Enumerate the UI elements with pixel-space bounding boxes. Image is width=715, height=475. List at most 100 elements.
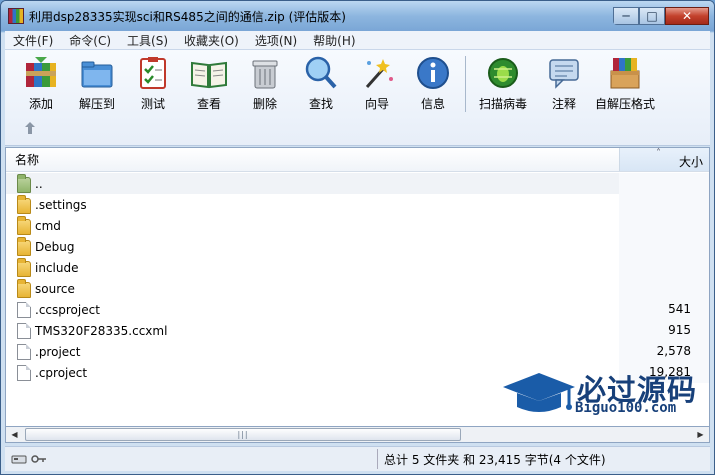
file-name: .ccsproject (35, 302, 100, 317)
status-icons (11, 453, 47, 465)
parent-folder-icon (17, 173, 31, 193)
file-size (619, 194, 709, 215)
window-controls: ─ □ ✕ (613, 7, 714, 25)
winrar-app-icon (8, 8, 24, 24)
add-button[interactable]: 添加 (13, 54, 69, 112)
view-button[interactable]: 查看 (181, 54, 237, 112)
folder-icon (17, 215, 31, 235)
menu-options[interactable]: 选项(N) (247, 32, 305, 49)
file-name: Debug (35, 239, 75, 254)
file-name: include (35, 260, 79, 275)
winrar-window: 利用dsp28335实现sci和RS485之间的通信.zip (评估版本) ─ … (0, 0, 715, 475)
title-bar[interactable]: 利用dsp28335实现sci和RS485之间的通信.zip (评估版本) ─ … (1, 1, 714, 31)
bug-icon (484, 54, 522, 92)
key-icon[interactable] (31, 453, 47, 465)
sfx-label: 自解压格式 (594, 97, 655, 111)
minimize-button[interactable]: ─ (613, 7, 639, 25)
maximize-button[interactable]: □ (639, 7, 665, 25)
file-size (619, 278, 709, 299)
file-row[interactable]: .project 2,578 (6, 341, 709, 362)
comment-bubble-icon (545, 54, 583, 92)
file-size (619, 173, 709, 194)
menu-tools[interactable]: 工具(S) (119, 32, 176, 49)
folder-icon (17, 257, 31, 277)
checklist-icon (134, 54, 172, 92)
test-button[interactable]: 测试 (125, 54, 181, 112)
wizard-label: 向导 (364, 97, 389, 111)
menu-bar: 文件(F) 命令(C) 工具(S) 收藏夹(O) 选项(N) 帮助(H) (5, 31, 710, 50)
file-row[interactable]: include (6, 257, 709, 278)
arrow-up-icon (25, 122, 35, 134)
wizard-button[interactable]: 向导 (349, 54, 405, 112)
file-row[interactable]: cmd (6, 215, 709, 236)
archive-books-icon (22, 54, 60, 92)
menu-help[interactable]: 帮助(H) (305, 32, 363, 49)
file-name: .settings (35, 197, 87, 212)
file-size: 2,578 (619, 341, 709, 362)
file-name: source (35, 281, 75, 296)
file-row[interactable]: Debug (6, 236, 709, 257)
folder-icon (17, 278, 31, 298)
toolbar-separator (465, 56, 466, 112)
delete-button[interactable]: 删除 (237, 54, 293, 112)
menu-favorites[interactable]: 收藏夹(O) (176, 32, 247, 49)
watermark: 必过源码 Biguo100.com (499, 365, 709, 421)
file-row[interactable]: source (6, 278, 709, 299)
file-row[interactable]: .settings (6, 194, 709, 215)
trash-can-icon (246, 54, 284, 92)
scan-virus-button[interactable]: 扫描病毒 (470, 54, 536, 112)
document-icon (17, 322, 31, 339)
status-summary: 总计 5 文件夹 和 23,415 字节(4 个文件) (384, 452, 606, 467)
info-button[interactable]: 信息 (405, 54, 461, 112)
toolbar: 添加 解压到 测试 查看 删除 查找 向导 信息 扫描病毒 注释 自解压格式 (5, 50, 710, 146)
info-icon (414, 54, 452, 92)
file-rows: .. .settings cmd Debug include source .c… (6, 173, 709, 383)
file-row[interactable]: TMS320F28335.ccxml 915 (6, 320, 709, 341)
delete-label: 删除 (252, 97, 277, 111)
sort-ascending-icon: ˄ (656, 148, 661, 159)
test-label: 测试 (140, 97, 165, 111)
status-bar: 总计 5 文件夹 和 23,415 字节(4 个文件) (5, 446, 710, 471)
document-icon (17, 301, 31, 318)
file-name: .. (35, 176, 43, 191)
menu-file[interactable]: 文件(F) (5, 32, 61, 49)
extract-to-label: 解压到 (78, 97, 115, 111)
folder-icon (17, 194, 31, 214)
comment-button[interactable]: 注释 (536, 54, 592, 112)
magnifier-icon (302, 54, 340, 92)
file-row-parent[interactable]: .. (6, 173, 709, 194)
scan-virus-label: 扫描病毒 (478, 97, 527, 111)
document-icon (17, 364, 31, 381)
watermark-url: Biguo100.com (575, 400, 677, 416)
scroll-thumb[interactable]: ||| (25, 428, 461, 441)
view-label: 查看 (196, 97, 221, 111)
column-size-label: 大小 (678, 155, 703, 169)
extract-folder-icon (78, 54, 116, 92)
file-row[interactable]: .ccsproject 541 (6, 299, 709, 320)
graduation-cap-icon (503, 373, 575, 412)
sfx-button[interactable]: 自解压格式 (592, 54, 658, 112)
find-button[interactable]: 查找 (293, 54, 349, 112)
file-name: .project (35, 344, 81, 359)
file-size: 541 (619, 299, 709, 320)
file-size (619, 236, 709, 257)
column-name-header[interactable]: 名称 (6, 148, 619, 171)
menu-commands[interactable]: 命令(C) (61, 32, 119, 49)
find-label: 查找 (308, 97, 333, 111)
file-name: TMS320F28335.ccxml (35, 323, 168, 338)
window-title: 利用dsp28335实现sci和RS485之间的通信.zip (评估版本) (29, 9, 346, 24)
horizontal-scrollbar[interactable]: ◀ ||| ▶ (5, 426, 710, 443)
up-folder-button[interactable] (23, 121, 37, 135)
sfx-box-icon (606, 54, 644, 92)
comment-label: 注释 (551, 97, 576, 111)
file-size (619, 215, 709, 236)
scroll-right-button[interactable]: ▶ (692, 427, 709, 442)
file-name: cmd (35, 218, 61, 233)
document-icon (17, 343, 31, 360)
column-size-header[interactable]: ˄ 大小 (619, 148, 709, 171)
close-button[interactable]: ✕ (665, 7, 709, 25)
scroll-left-button[interactable]: ◀ (6, 427, 23, 442)
folder-icon (17, 236, 31, 256)
extract-to-button[interactable]: 解压到 (69, 54, 125, 112)
drive-icon[interactable] (11, 453, 27, 465)
